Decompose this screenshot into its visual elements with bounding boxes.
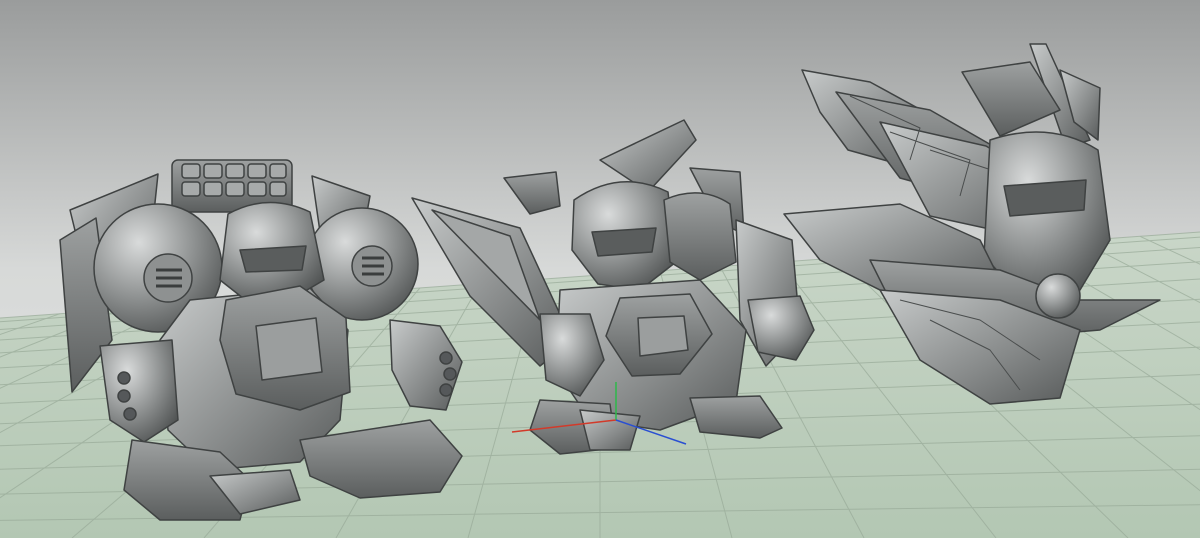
3d-viewport[interactable]	[0, 0, 1200, 538]
